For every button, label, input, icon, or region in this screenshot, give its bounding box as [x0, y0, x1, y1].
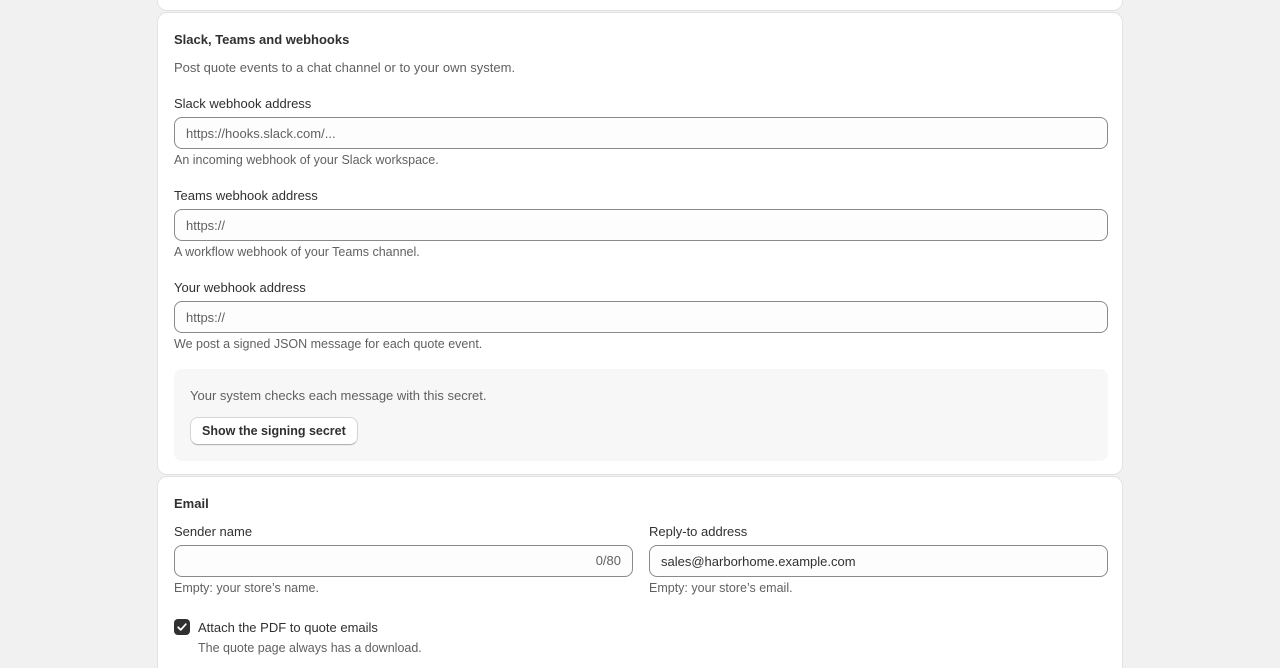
- teams-webhook-input[interactable]: [174, 209, 1108, 241]
- sender-name-input[interactable]: [174, 545, 633, 577]
- sender-name-label: Sender name: [174, 524, 253, 539]
- signing-secret-text: Your system checks each message with thi…: [190, 388, 487, 403]
- attach-pdf-label[interactable]: Attach the PDF to quote emails: [198, 620, 378, 635]
- webhooks-card: Slack, Teams and webhooks Post quote eve…: [157, 12, 1123, 475]
- checkmark-icon: [177, 623, 187, 631]
- show-signing-secret-button[interactable]: Show the signing secret: [190, 417, 358, 445]
- reply-to-input[interactable]: [649, 545, 1108, 577]
- sender-name-help: Empty: your store’s name.: [174, 581, 319, 595]
- sender-name-field: 0/80: [174, 545, 633, 577]
- custom-webhook-label: Your webhook address: [174, 280, 306, 295]
- previous-settings-card: [157, 0, 1123, 11]
- webhooks-card-description: Post quote events to a chat channel or t…: [174, 60, 516, 75]
- custom-webhook-input[interactable]: [174, 301, 1108, 333]
- reply-to-label: Reply-to address: [649, 524, 748, 539]
- slack-webhook-input[interactable]: [174, 117, 1108, 149]
- slack-webhook-label: Slack webhook address: [174, 96, 312, 111]
- signing-secret-panel: Your system checks each message with thi…: [174, 369, 1108, 461]
- teams-webhook-label: Teams webhook address: [174, 188, 318, 203]
- email-card: Email Sender name 0/80 Empty: your store…: [157, 476, 1123, 668]
- webhooks-card-title: Slack, Teams and webhooks: [174, 32, 350, 47]
- sender-name-counter: 0/80: [595, 553, 621, 568]
- slack-webhook-help: An incoming webhook of your Slack worksp…: [174, 153, 439, 167]
- teams-webhook-help: A workflow webhook of your Teams channel…: [174, 245, 420, 259]
- attach-pdf-checkbox[interactable]: [174, 619, 190, 635]
- email-card-title: Email: [174, 496, 209, 511]
- attach-pdf-help: The quote page always has a download.: [198, 641, 422, 655]
- custom-webhook-help: We post a signed JSON message for each q…: [174, 337, 483, 351]
- reply-to-help: Empty: your store’s email.: [649, 581, 793, 595]
